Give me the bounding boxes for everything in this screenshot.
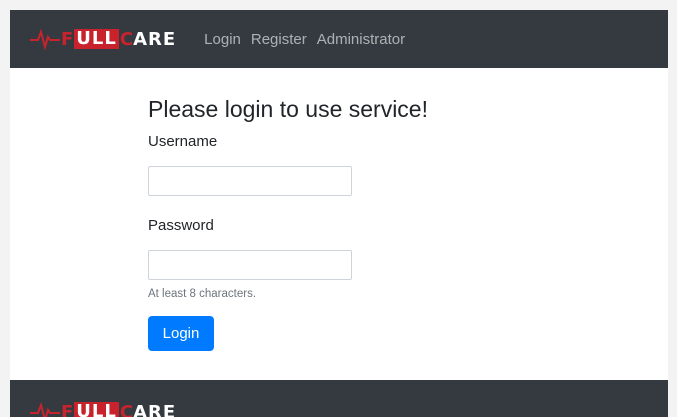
top-navbar: F ULL C ARE Login Register Administrator [10, 10, 668, 68]
brand-boxed-text: ULL [74, 402, 119, 417]
login-button[interactable]: Login [148, 316, 214, 351]
password-label: Password [148, 217, 214, 234]
password-hint: At least 8 characters. [148, 288, 257, 300]
main-content: Please login to use service! Username Pa… [10, 68, 668, 380]
nav-register-link[interactable]: Register [251, 31, 307, 48]
heartbeat-icon [30, 28, 60, 50]
username-label: Username [148, 133, 218, 150]
brand-letter-c: C [119, 28, 134, 50]
username-input[interactable] [148, 166, 352, 196]
brand-tail-text: ARE [133, 401, 177, 417]
footer-brand-logo: F ULL C ARE [30, 397, 668, 417]
nav-login-link[interactable]: Login [204, 31, 241, 48]
login-form: Please login to use service! Username Pa… [148, 94, 428, 351]
nav-administrator-link[interactable]: Administrator [317, 31, 405, 48]
page-title: Please login to use service! [148, 96, 428, 122]
brand-letter-f: F [61, 401, 75, 417]
brand-letter-c: C [119, 401, 134, 417]
brand-boxed-text: ULL [74, 28, 119, 49]
footer: F ULL C ARE [10, 380, 668, 417]
brand-tail-text: ARE [133, 28, 177, 50]
brand-logo[interactable]: F ULL C ARE [30, 24, 176, 54]
nav-links: Login Register Administrator [204, 31, 415, 48]
heartbeat-icon [30, 401, 60, 417]
password-input[interactable] [148, 250, 352, 280]
brand-letter-f: F [61, 28, 75, 50]
page: F ULL C ARE Login Register Administrator… [0, 0, 677, 417]
